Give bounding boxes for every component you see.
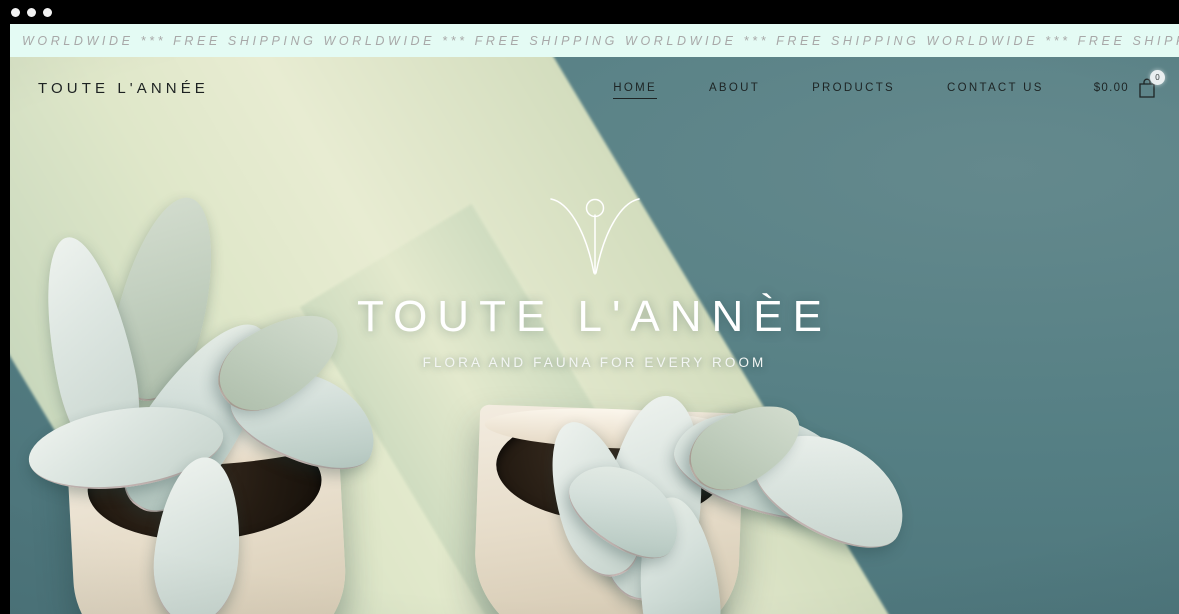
nav-item-products[interactable]: PRODUCTS [812,78,895,98]
announcement-bar: WORLDWIDE *** FREE SHIPPING WORLDWIDE **… [10,24,1179,57]
photo-vignette [10,57,1179,614]
main-navigation: HOME ABOUT PRODUCTS CONTACT US $0.00 0 [613,70,1165,99]
cart-total-amount: $0.00 [1093,82,1129,94]
maximize-window-icon[interactable] [43,7,52,17]
brand-logo[interactable]: TOUTE L'ANNÉE [38,80,209,97]
announcement-text: WORLDWIDE *** FREE SHIPPING WORLDWIDE **… [22,33,1179,48]
cart-item-count-badge: 0 [1150,70,1165,85]
hero-background-image [10,57,1179,614]
browser-window: WORLDWIDE *** FREE SHIPPING WORLDWIDE **… [0,0,1179,614]
cart-widget[interactable]: $0.00 0 [1093,70,1165,99]
cart-icon-wrapper[interactable]: 0 [1137,70,1165,99]
minimize-window-icon[interactable] [27,7,36,17]
site-header: TOUTE L'ANNÉE HOME ABOUT PRODUCTS CONTAC… [10,57,1179,119]
page-viewport: WORLDWIDE *** FREE SHIPPING WORLDWIDE **… [10,24,1179,614]
window-traffic-lights[interactable] [11,1,52,23]
nav-item-home[interactable]: HOME [613,78,657,99]
close-window-icon[interactable] [11,7,20,17]
nav-item-about[interactable]: ABOUT [709,78,760,98]
nav-item-contact-us[interactable]: CONTACT US [947,78,1044,98]
hero-section: TOUTE L'ANNÉE HOME ABOUT PRODUCTS CONTAC… [10,57,1179,614]
